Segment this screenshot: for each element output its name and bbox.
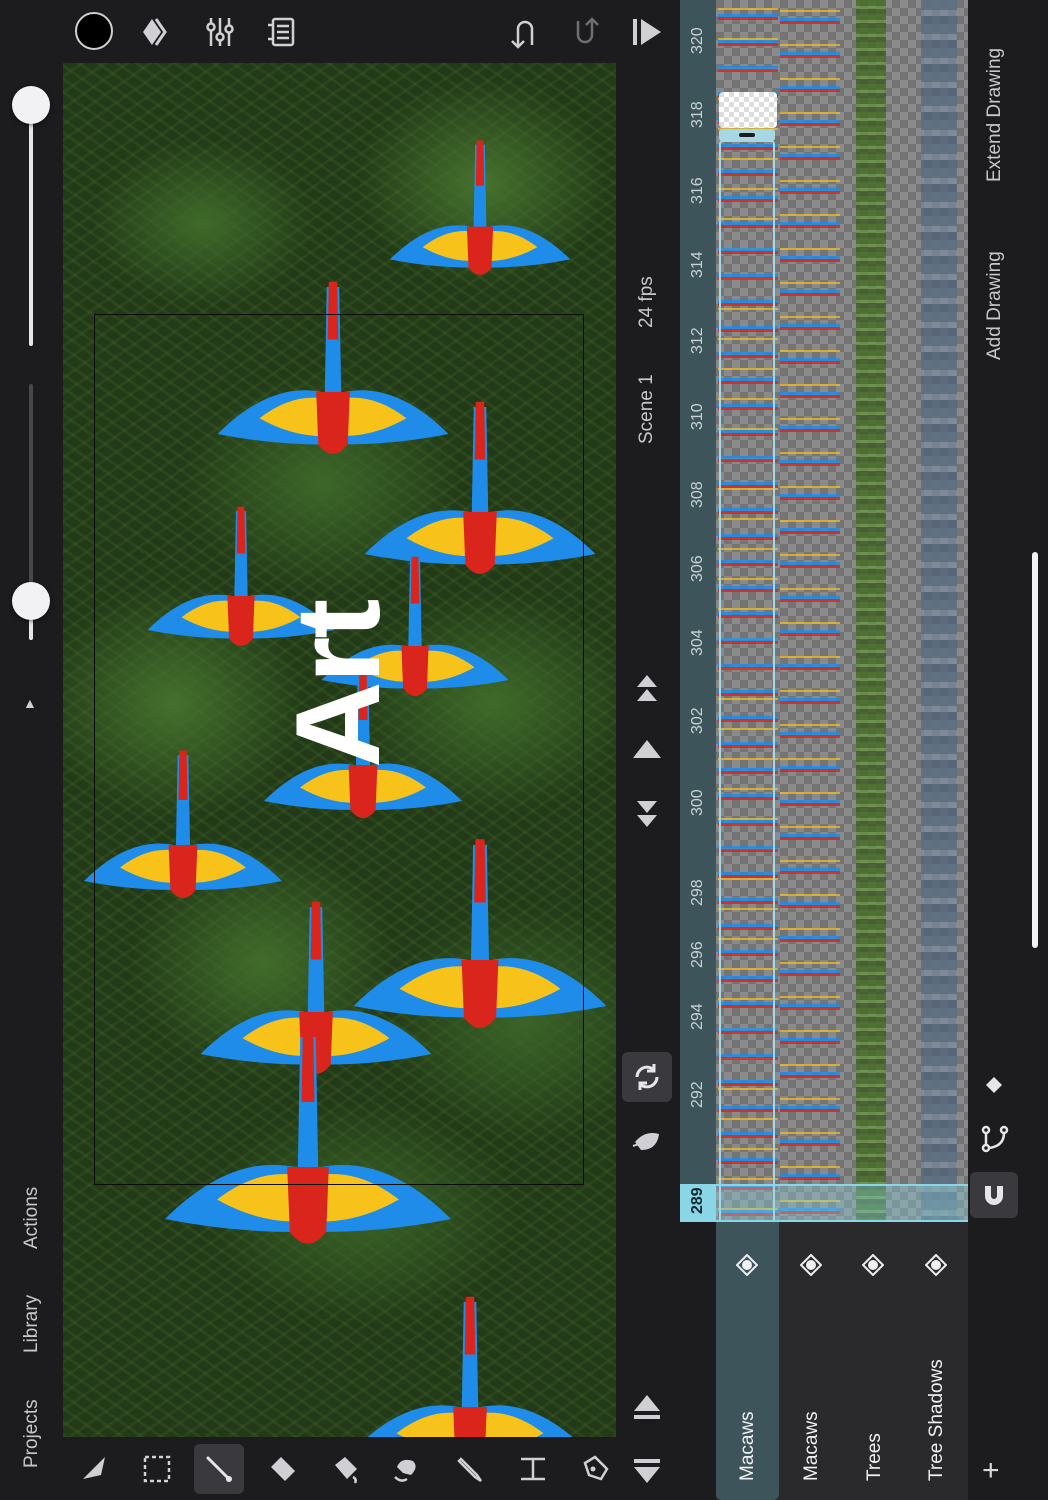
lasso-fill-tool[interactable] [382,1444,432,1494]
stamp-icon[interactable] [261,12,301,52]
eyedropper-icon [457,1457,483,1483]
timeline-scrollbar[interactable] [1032,552,1038,948]
pen-icon [583,1455,609,1481]
brush-opacity-knob[interactable] [12,582,50,620]
sliders-icon[interactable] [200,12,240,52]
frame-tick: 320 [689,27,706,54]
frame-tick: 292 [689,1081,706,1108]
selected-drawing-range[interactable] [719,140,775,1224]
current-frame-indicator[interactable]: 289 [680,1184,716,1222]
first-frame-button[interactable] [622,664,672,714]
layer-name[interactable]: Macaws [737,1411,759,1481]
ruler-icon [521,1457,545,1481]
layer-visibility-icon[interactable] [800,1254,822,1276]
actions-link[interactable]: Actions [21,1187,43,1249]
frame-tick: 318 [689,101,706,128]
track-trees[interactable] [856,0,886,1222]
fill-tool[interactable] [320,1444,370,1494]
layer-visibility-icon[interactable] [925,1254,947,1276]
drawing-thumbnail[interactable] [719,92,777,128]
eraser-icon [271,1457,295,1481]
play-icon[interactable] [626,12,666,52]
canvas-overlay-text: Art [271,600,405,768]
path-icon[interactable] [980,1124,1010,1154]
left-rail: ▲ Projects Library Actions [0,0,62,1500]
marquee-select-icon [143,1455,171,1483]
frame-tick: 302 [689,707,706,734]
frame-tick: 306 [689,555,706,582]
layer-name[interactable]: Trees [864,1433,886,1481]
select-arrow-tool[interactable] [70,1444,120,1494]
frame-tick: 314 [689,251,706,278]
library-link[interactable]: Library [21,1295,43,1353]
select-arrow-icon [83,1457,105,1479]
macaw [354,1296,586,1437]
lasso-fill-icon [394,1459,416,1482]
frame-tick: 308 [689,481,706,508]
redo-icon[interactable] [566,12,606,52]
layer-visibility-icon[interactable] [862,1254,884,1276]
projects-link[interactable]: Projects [21,1399,43,1468]
brush-size-knob[interactable] [12,86,50,124]
ruler-tool[interactable] [508,1444,558,1494]
prev-frame-button[interactable] [622,724,672,774]
current-frame-number: 289 [689,1187,706,1214]
eraser-tool[interactable] [258,1444,308,1494]
next-frame-button[interactable] [622,788,672,838]
frame-tick: 316 [689,177,706,204]
frame-tick: 300 [689,789,706,816]
playhead[interactable] [716,1184,968,1222]
loop-button[interactable] [622,1052,672,1102]
frame-tick: 312 [689,327,706,354]
marquee-select-tool[interactable] [132,1444,182,1494]
undo-icon[interactable] [504,12,544,52]
brush-icon [206,1456,232,1482]
collapse-timeline-button[interactable] [622,1382,672,1432]
scene-name[interactable]: Scene 1 [636,374,658,444]
extend-drawing-button[interactable]: Extend Drawing [984,48,1006,182]
add-layer-button[interactable]: + [982,1456,1000,1486]
frame-tick: 296 [689,941,706,968]
track-macaws-2[interactable] [780,0,840,1222]
expand-timeline-button[interactable] [622,1446,672,1496]
color-swatch[interactable] [75,12,113,50]
keyframe-icon[interactable] [984,1075,1004,1095]
fps-label[interactable]: 24 fps [636,276,658,328]
track-tree-shadows[interactable] [921,0,957,1222]
magnet-icon [985,1186,1003,1205]
layers-diamond-icon[interactable] [137,12,177,52]
layer-visibility-icon[interactable] [736,1254,758,1276]
layer-name[interactable]: Macaws [801,1411,823,1481]
frame-tick: 304 [689,629,706,656]
drawing-canvas[interactable]: Art [63,63,616,1437]
add-drawing-button[interactable]: Add Drawing [984,251,1006,360]
onion-skin-icon[interactable] [622,1115,672,1165]
collapse-arrow-icon[interactable]: ▲ [23,695,37,711]
frame-tick: 310 [689,403,706,430]
layer-name[interactable]: Tree Shadows [926,1359,948,1481]
brush-tool[interactable] [194,1444,244,1494]
macaw [389,140,571,275]
pen-tool[interactable] [570,1444,620,1494]
brush-size-track[interactable] [29,100,33,346]
eyedropper-tool[interactable] [446,1444,496,1494]
frame-tick: 298 [689,879,706,906]
frame-tick: 294 [689,1003,706,1030]
magnet-snap-button[interactable] [970,1172,1018,1218]
fill-icon [335,1457,357,1484]
